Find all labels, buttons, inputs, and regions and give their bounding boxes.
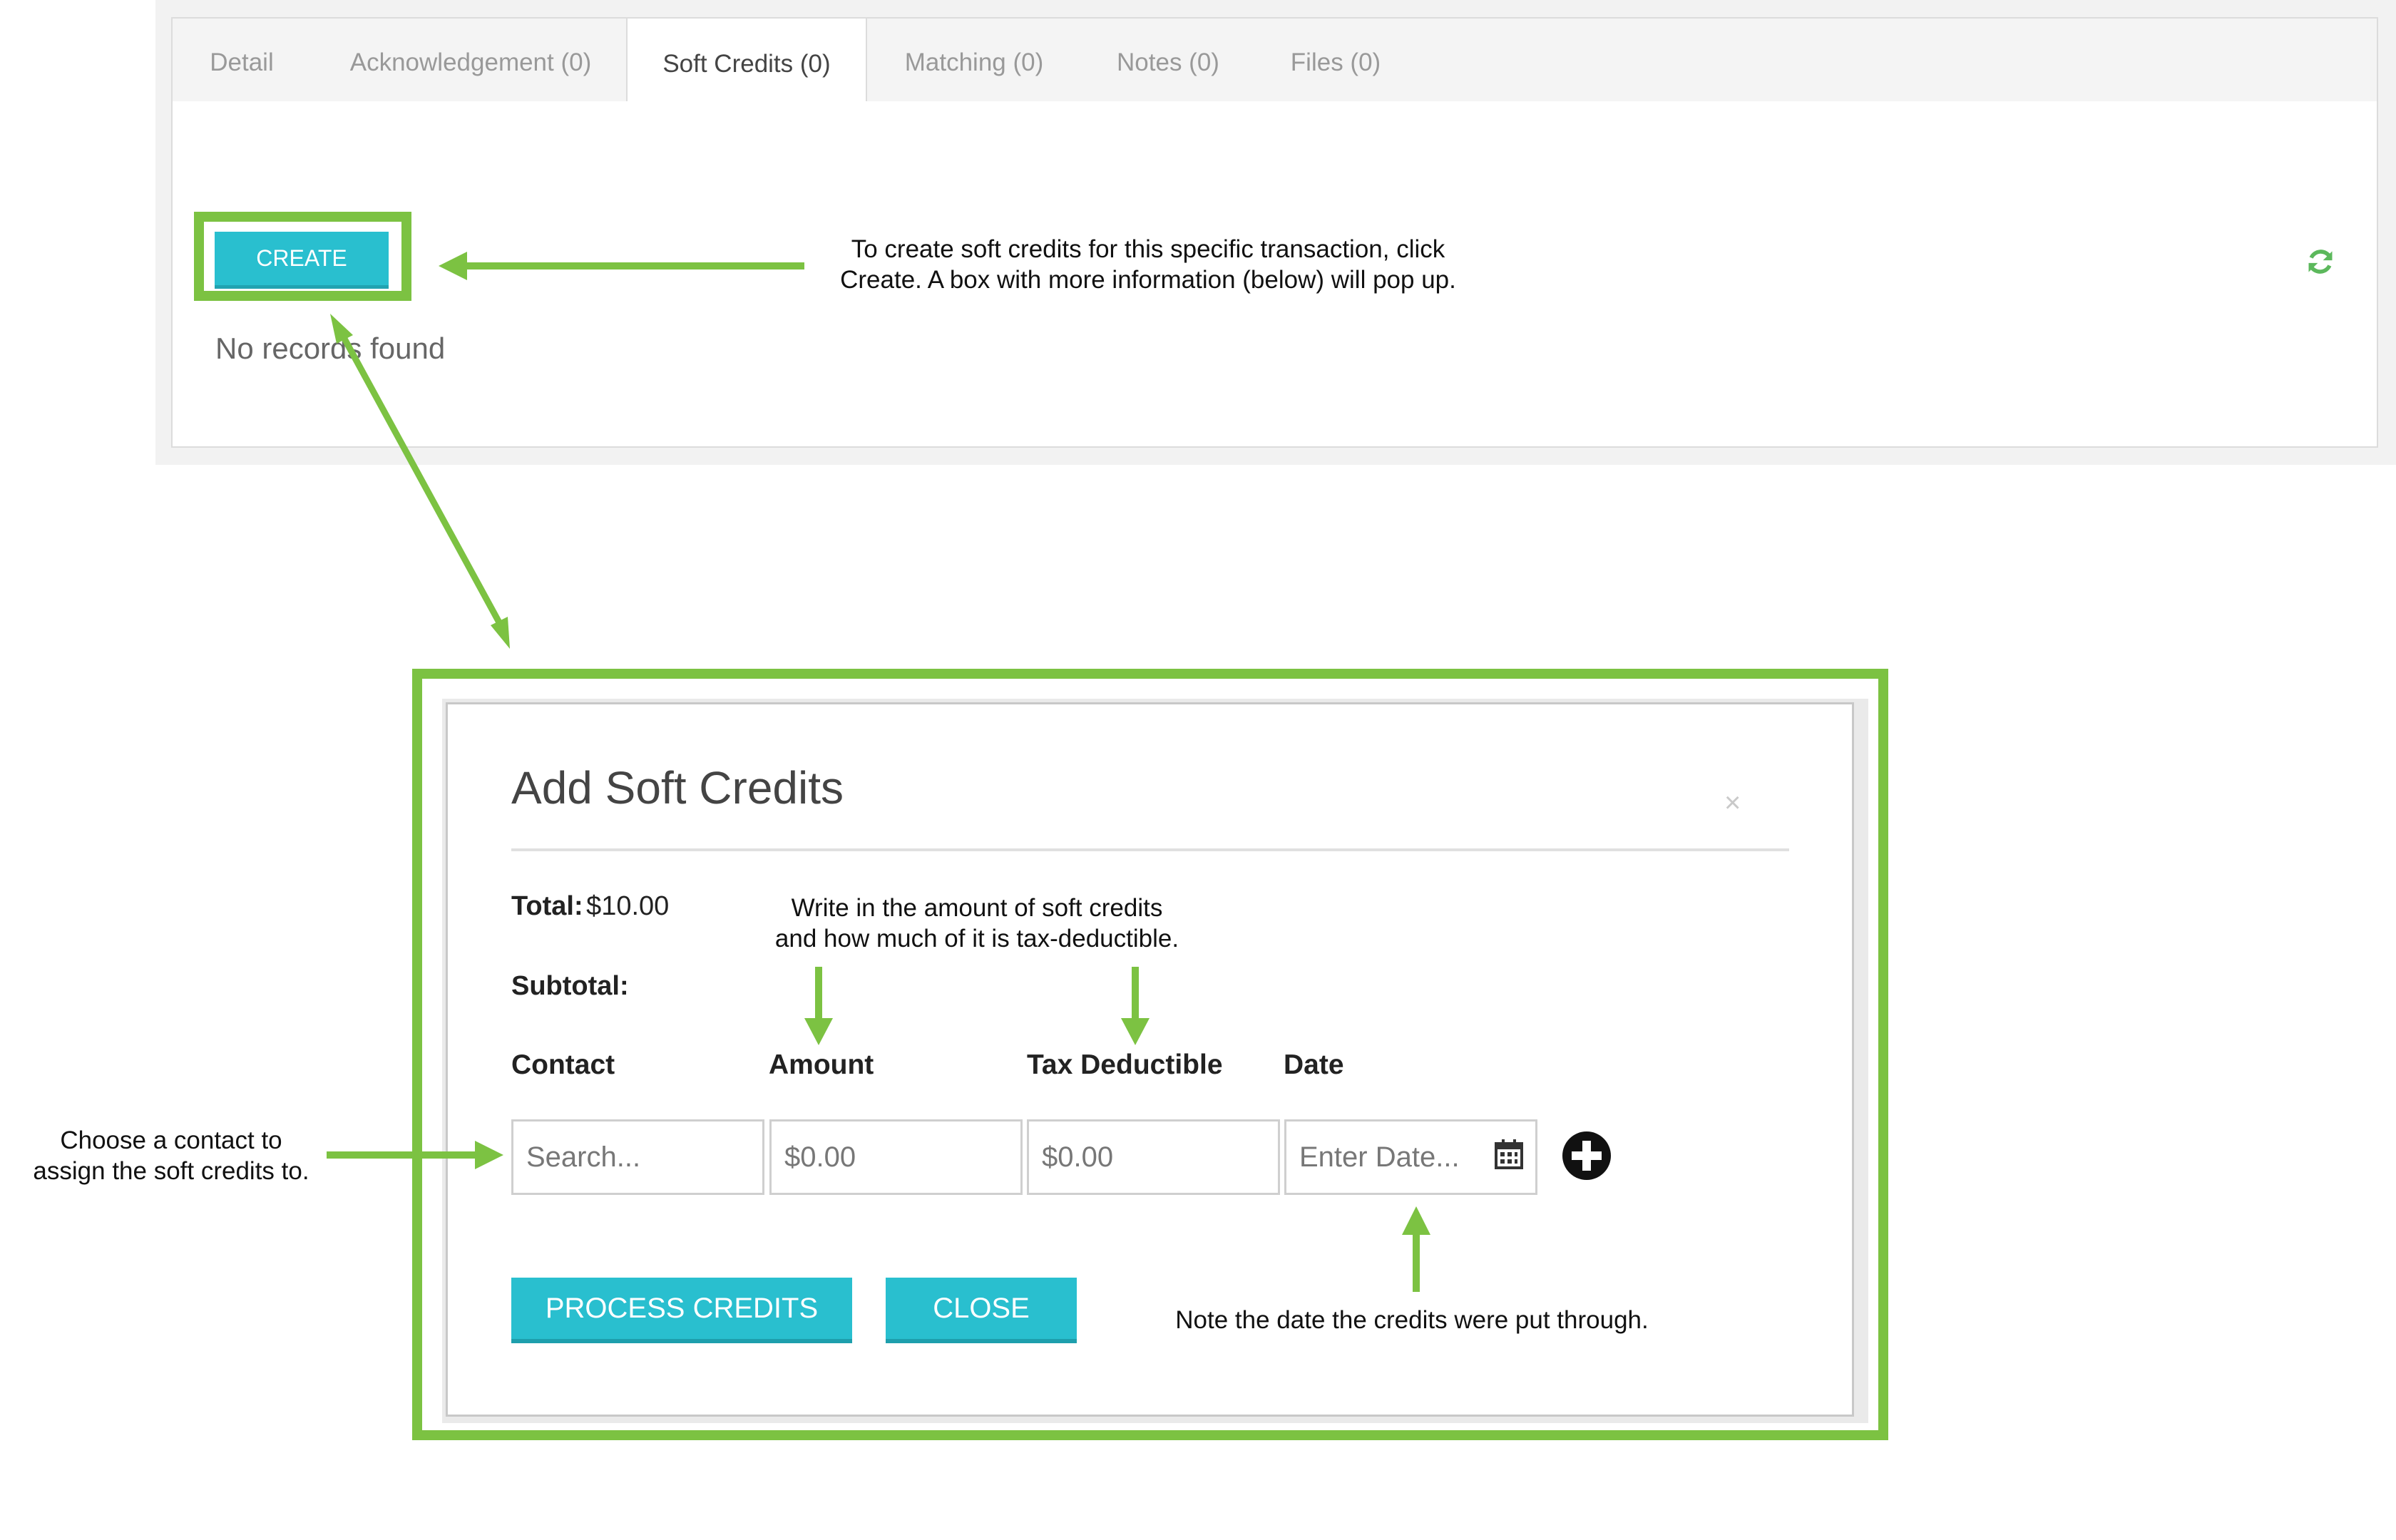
- contact-instruction-note: Choose a contact to assign the soft cred…: [21, 1125, 321, 1186]
- subtotal-label: Subtotal:: [511, 971, 629, 1001]
- amount-instruction-note: Write in the amount of soft credits and …: [756, 893, 1198, 954]
- create-button[interactable]: CREATE: [215, 232, 389, 289]
- amount-column-header: Amount: [769, 1049, 874, 1080]
- create-note-line-2: Create. A box with more information (bel…: [840, 266, 1456, 294]
- contact-note-line-2: assign the soft credits to.: [33, 1157, 309, 1185]
- empty-state-text: No records found: [215, 332, 446, 365]
- tax-deductible-column-header: Tax Deductible: [1027, 1049, 1223, 1080]
- date-column-header: Date: [1284, 1049, 1344, 1080]
- tab-matching[interactable]: Matching (0): [890, 17, 1058, 103]
- process-credits-button[interactable]: PROCESS CREDITS: [511, 1278, 852, 1343]
- amount-input[interactable]: $0.00: [769, 1119, 1023, 1195]
- contact-column-header: Contact: [511, 1049, 615, 1080]
- add-circle-icon[interactable]: [1562, 1131, 1612, 1181]
- modal-title: Add Soft Credits: [511, 762, 844, 813]
- tax-deductible-input[interactable]: $0.00: [1027, 1119, 1280, 1195]
- modal-divider: [511, 848, 1789, 851]
- total-label: Total:: [511, 891, 583, 921]
- amount-note-line-1: Write in the amount of soft credits: [791, 894, 1163, 922]
- refresh-icon[interactable]: [2305, 246, 2336, 277]
- tab-soft-credits[interactable]: Soft Credits (0): [626, 17, 867, 104]
- tab-files[interactable]: Files (0): [1271, 17, 1401, 103]
- calendar-icon[interactable]: [1495, 1139, 1523, 1169]
- tab-detail[interactable]: Detail: [184, 17, 300, 103]
- date-input-placeholder: Enter Date...: [1299, 1141, 1460, 1173]
- tab-acknowledgement[interactable]: Acknowledgement (0): [335, 17, 606, 103]
- total-row: Total: $10.00: [511, 891, 669, 922]
- close-button[interactable]: CLOSE: [886, 1278, 1077, 1343]
- tab-notes[interactable]: Notes (0): [1097, 17, 1239, 103]
- date-instruction-note: Note the date the credits were put throu…: [1175, 1306, 1649, 1334]
- contact-search-input[interactable]: Search...: [511, 1119, 764, 1195]
- arrow-create-modal-head-down: [491, 617, 510, 649]
- total-value: $10.00: [586, 891, 670, 921]
- create-instruction-note: To create soft credits for this specific…: [792, 234, 1505, 295]
- contact-note-line-1: Choose a contact to: [60, 1126, 282, 1154]
- amount-note-line-2: and how much of it is tax-deductible.: [774, 925, 1179, 953]
- create-note-line-1: To create soft credits for this specific…: [851, 235, 1445, 263]
- close-icon[interactable]: ×: [1724, 787, 1741, 819]
